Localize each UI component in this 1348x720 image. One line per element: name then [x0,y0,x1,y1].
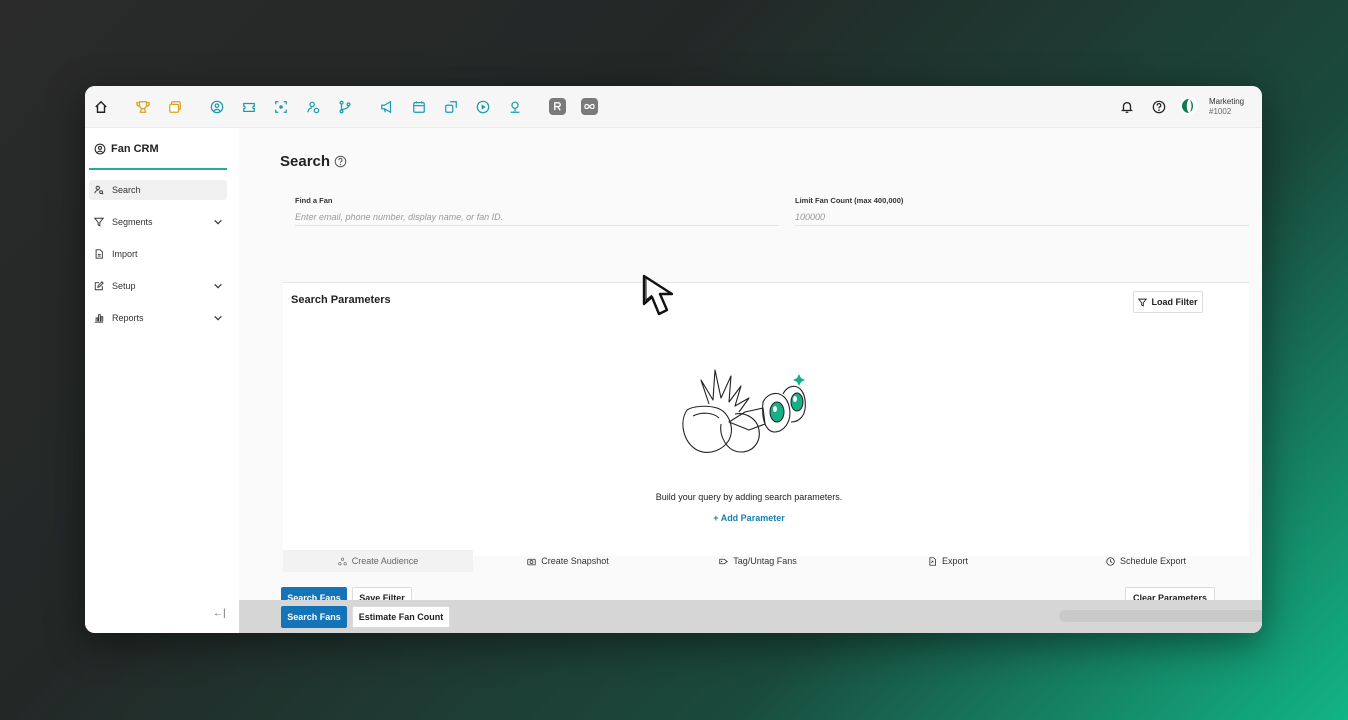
chevron-down-icon[interactable] [213,313,223,323]
tag-icon [719,558,729,564]
branch-icon[interactable] [337,99,353,115]
page-title-text: Search [280,153,331,170]
person-circle-icon[interactable] [209,99,225,115]
person-search-icon [94,185,104,195]
create-snapshot-button[interactable]: Create Snapshot [473,550,663,572]
add-parameter-link[interactable]: + Add Parameter [684,513,814,523]
funnel-icon [1138,298,1148,307]
account-switcher[interactable]: Marketing #1002 [1209,97,1244,117]
sidebar-title: Fan CRM [94,143,159,155]
sidebar-item-setup[interactable]: Setup [89,276,227,296]
team-logo-icon[interactable] [1179,96,1199,116]
action-bar: Create Audience Create Snapshot Tag/Unta… [283,550,1249,572]
map-pin-icon[interactable] [507,99,523,115]
sticky-footer: Search Fans Estimate Fan Count [239,600,1262,633]
sidebar-item-segments[interactable]: Segments [89,212,227,232]
tag-untag-fans-button[interactable]: Tag/Untag Fans [663,550,853,572]
sidebar-item-label: Setup [112,281,136,291]
sidebar-title-underline [89,168,227,170]
sidebar-item-label: Reports [112,313,144,323]
person-star-icon[interactable] [305,99,321,115]
calendar-icon[interactable] [411,99,427,115]
file-icon [95,249,103,259]
account-id: #1002 [1209,107,1232,116]
sidebar-item-search[interactable]: Search [89,180,227,200]
find-fan-label: Find a Fan [295,196,333,205]
export-button[interactable]: Export [853,550,1043,572]
sidebar-item-label: Search [112,185,141,195]
sidebar: Fan CRM Search Segments Import Setup Rep… [85,128,239,633]
app-window: Marketing #1002 Fan CRM Search Segments … [85,86,1262,633]
footer-status-bar [1059,610,1262,622]
app-infinity-icon[interactable] [581,98,598,115]
edit-icon [94,281,104,291]
scan-icon[interactable] [273,99,289,115]
tag-untag-fans-label: Tag/Untag Fans [733,556,797,566]
binoculars-illustration [682,369,806,453]
collapse-sidebar-button[interactable]: ←| [213,608,226,619]
help-icon[interactable] [1151,99,1167,115]
play-circle-icon[interactable] [475,99,491,115]
schedule-export-button[interactable]: Schedule Export [1043,550,1249,572]
chevron-down-icon[interactable] [213,281,223,291]
sidebar-item-reports[interactable]: Reports [89,308,227,328]
page-title: Search [280,153,347,170]
share-icon[interactable] [443,99,459,115]
create-snapshot-label: Create Snapshot [541,556,609,566]
search-parameters-title: Search Parameters [291,294,391,306]
top-navigation-bar: Marketing #1002 [85,86,1262,128]
layers-icon[interactable] [167,99,183,115]
megaphone-icon[interactable] [379,99,395,115]
camera-icon [527,558,536,565]
load-filter-button[interactable]: Load Filter [1133,291,1203,313]
footer-search-fans-button[interactable]: Search Fans [281,606,347,628]
mouse-cursor-icon [642,274,674,316]
clock-icon [1106,556,1115,566]
trophy-icon[interactable] [135,99,151,115]
empty-state-text: Build your query by adding search parame… [655,492,843,502]
find-fan-input[interactable] [295,208,779,226]
create-audience-button[interactable]: Create Audience [283,550,473,572]
schedule-export-label: Schedule Export [1119,556,1187,566]
create-audience-label: Create Audience [351,556,419,566]
sidebar-item-import[interactable]: Import [89,244,227,264]
export-label: Export [941,556,968,566]
estimate-fan-count-button[interactable]: Estimate Fan Count [352,606,450,628]
load-filter-label: Load Filter [1151,297,1198,307]
limit-fan-count-input[interactable] [795,208,1249,226]
app-r-icon[interactable] [549,98,566,115]
sidebar-title-label: Fan CRM [111,143,159,155]
main-content: Search Find a Fan Limit Fan Count (max 4… [239,128,1262,633]
limit-fan-count-label: Limit Fan Count (max 400,000) [795,196,904,205]
funnel-icon [94,217,104,227]
sidebar-item-label: Import [112,249,138,259]
chart-icon [94,314,104,323]
sidebar-item-label: Segments [112,217,153,227]
ticket-icon[interactable] [241,99,257,115]
file-export-icon [929,556,936,566]
bell-icon[interactable] [1119,99,1135,115]
home-icon[interactable] [93,99,109,115]
audience-icon [338,557,347,565]
person-circle-icon [94,143,106,155]
help-icon[interactable] [334,155,347,168]
account-name: Marketing [1209,97,1245,106]
chevron-down-icon[interactable] [213,217,223,227]
